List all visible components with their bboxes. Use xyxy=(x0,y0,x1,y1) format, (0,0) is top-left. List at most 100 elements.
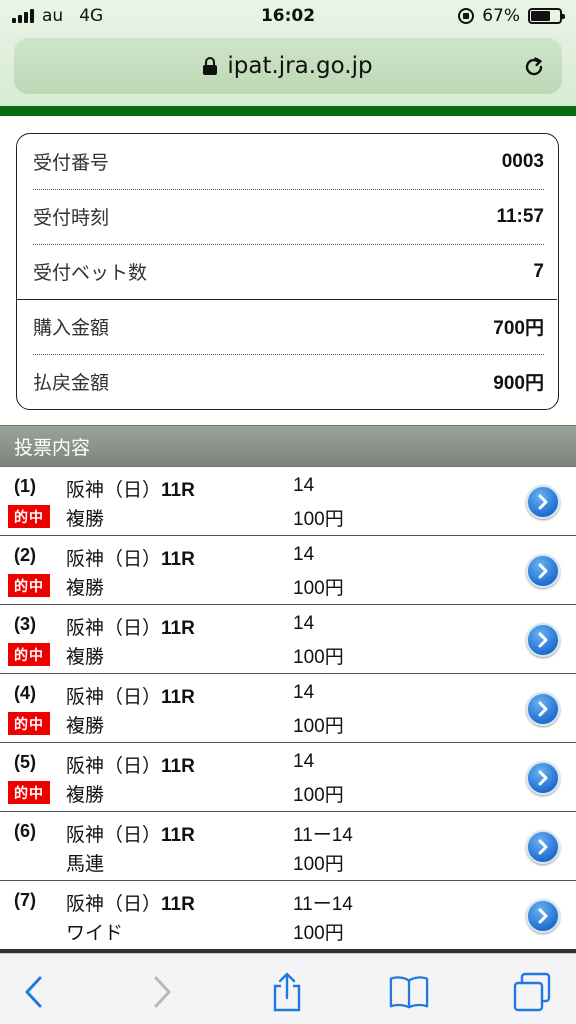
bet-race: 11R xyxy=(161,549,195,570)
bet-race: 11R xyxy=(161,618,195,639)
chevron-left-icon xyxy=(25,976,42,1008)
receipt-row-bet-count: 受付ベット数 7 xyxy=(33,244,544,299)
receipt-label: 受付番号 xyxy=(33,152,110,174)
bet-type: 複勝 xyxy=(66,646,105,668)
bet-number: (5) xyxy=(14,752,36,772)
bet-row[interactable]: (1) 的中 阪神（日）11R 複勝 14 100円 xyxy=(0,467,576,536)
hit-badge: 的中 xyxy=(8,643,50,666)
rotation-lock-icon xyxy=(458,8,475,24)
status-right: 67% xyxy=(458,6,565,26)
receipt-label: 購入金額 xyxy=(33,317,110,339)
bet-row[interactable]: (2) 的中 阪神（日）11R 複勝 14 100円 xyxy=(0,536,576,605)
arrow-circle-right-icon[interactable] xyxy=(526,761,560,795)
bet-number: (7) xyxy=(14,890,36,910)
bet-number: (2) xyxy=(14,545,36,565)
bet-row[interactable]: (6) 阪神（日）11R 馬連 11ー14 100円 xyxy=(0,812,576,881)
bet-number: (6) xyxy=(14,821,36,841)
receipt-value: 900円 xyxy=(493,373,544,394)
receipt-row-purchase: 購入金額 700円 xyxy=(33,299,544,354)
bet-amount: 100円 xyxy=(293,647,344,668)
arrow-circle-right-icon[interactable] xyxy=(526,623,560,657)
arrow-circle-right-icon[interactable] xyxy=(526,830,560,864)
bet-horse-number: 14 xyxy=(293,613,315,634)
hit-badge: 的中 xyxy=(8,781,50,804)
bet-row[interactable]: (5) 的中 阪神（日）11R 複勝 14 100円 xyxy=(0,743,576,812)
arrow-circle-right-icon[interactable] xyxy=(526,692,560,726)
address-bar[interactable]: ipat.jra.go.jp xyxy=(14,38,562,94)
bet-type: ワイド xyxy=(66,922,124,944)
share-icon xyxy=(273,972,301,1012)
bet-row[interactable]: (7) 阪神（日）11R ワイド 11ー14 100円 xyxy=(0,881,576,950)
bet-amount: 100円 xyxy=(293,716,344,737)
browser-toolbar xyxy=(0,953,576,1024)
section-header: 投票内容 xyxy=(0,425,576,467)
bet-horse-number: 11ー14 xyxy=(293,894,353,915)
receipt-label: 払戻金額 xyxy=(33,372,110,394)
bet-venue: 阪神（日）11R xyxy=(66,824,195,846)
battery-percent: 67% xyxy=(482,6,520,26)
url-text[interactable]: ipat.jra.go.jp xyxy=(227,53,372,79)
bet-race: 11R xyxy=(161,480,195,501)
bet-horse-number: 14 xyxy=(293,475,315,496)
bet-number: (3) xyxy=(14,614,36,634)
bet-race: 11R xyxy=(161,756,195,777)
arrow-circle-right-icon[interactable] xyxy=(526,485,560,519)
bet-list: (1) 的中 阪神（日）11R 複勝 14 100円 (2) 的中 阪神（日）1… xyxy=(0,467,576,950)
hit-badge: 的中 xyxy=(8,505,50,528)
forward-button[interactable] xyxy=(142,972,182,1012)
bet-type: 複勝 xyxy=(66,784,105,806)
status-bar: au 4G 16:02 67% xyxy=(0,0,576,34)
receipt-value: 0003 xyxy=(501,150,544,172)
hit-badge: 的中 xyxy=(8,712,50,735)
bet-venue: 阪神（日）11R xyxy=(66,686,195,708)
bet-horse-number: 11ー14 xyxy=(293,825,353,846)
receipt-row-payout: 払戻金額 900円 xyxy=(33,354,544,409)
receipt-value: 700円 xyxy=(493,318,544,339)
receipt-label: 受付ベット数 xyxy=(33,262,148,284)
bet-amount: 100円 xyxy=(293,923,344,944)
receipt-row-number: 受付番号 0003 xyxy=(33,134,544,189)
bet-horse-number: 14 xyxy=(293,682,315,703)
lock-icon xyxy=(203,57,218,75)
bet-type: 複勝 xyxy=(66,508,105,530)
bet-amount: 100円 xyxy=(293,854,344,875)
bet-venue: 阪神（日）11R xyxy=(66,617,195,639)
share-button[interactable] xyxy=(267,972,307,1012)
bet-venue: 阪神（日）11R xyxy=(66,893,195,915)
battery-icon xyxy=(528,8,565,24)
bet-number: (4) xyxy=(14,683,36,703)
bet-venue: 阪神（日）11R xyxy=(66,548,195,570)
bet-horse-number: 14 xyxy=(293,544,315,565)
arrow-circle-right-icon[interactable] xyxy=(526,554,560,588)
bet-race: 11R xyxy=(161,687,195,708)
book-icon xyxy=(389,976,429,1009)
reload-icon[interactable] xyxy=(522,55,546,83)
receipt-summary: 受付番号 0003 受付時刻 11:57 受付ベット数 7 購入金額 700円 … xyxy=(16,133,559,410)
hit-badge: 的中 xyxy=(8,574,50,597)
header-divider xyxy=(0,106,576,116)
arrow-circle-right-icon[interactable] xyxy=(526,899,560,933)
bet-type: 馬連 xyxy=(66,853,105,875)
chevron-right-icon xyxy=(154,976,171,1008)
bet-horse-number: 14 xyxy=(293,751,315,772)
bet-row[interactable]: (3) 的中 阪神（日）11R 複勝 14 100円 xyxy=(0,605,576,674)
receipt-label: 受付時刻 xyxy=(33,207,110,229)
tabs-icon xyxy=(513,972,551,1012)
back-button[interactable] xyxy=(14,972,54,1012)
bet-amount: 100円 xyxy=(293,509,344,530)
bookmarks-button[interactable] xyxy=(389,972,429,1012)
browser-address-area: ipat.jra.go.jp xyxy=(0,34,576,106)
receipt-value: 7 xyxy=(533,260,544,282)
bet-race: 11R xyxy=(161,894,195,915)
receipt-value: 11:57 xyxy=(496,205,544,227)
bet-amount: 100円 xyxy=(293,785,344,806)
receipt-row-time: 受付時刻 11:57 xyxy=(33,189,544,244)
bet-number: (1) xyxy=(14,476,36,496)
bet-venue: 阪神（日）11R xyxy=(66,479,195,501)
bet-row[interactable]: (4) 的中 阪神（日）11R 複勝 14 100円 xyxy=(0,674,576,743)
bet-venue: 阪神（日）11R xyxy=(66,755,195,777)
bet-race: 11R xyxy=(161,825,195,846)
bet-type: 複勝 xyxy=(66,715,105,737)
tabs-button[interactable] xyxy=(512,972,552,1012)
bet-amount: 100円 xyxy=(293,578,344,599)
